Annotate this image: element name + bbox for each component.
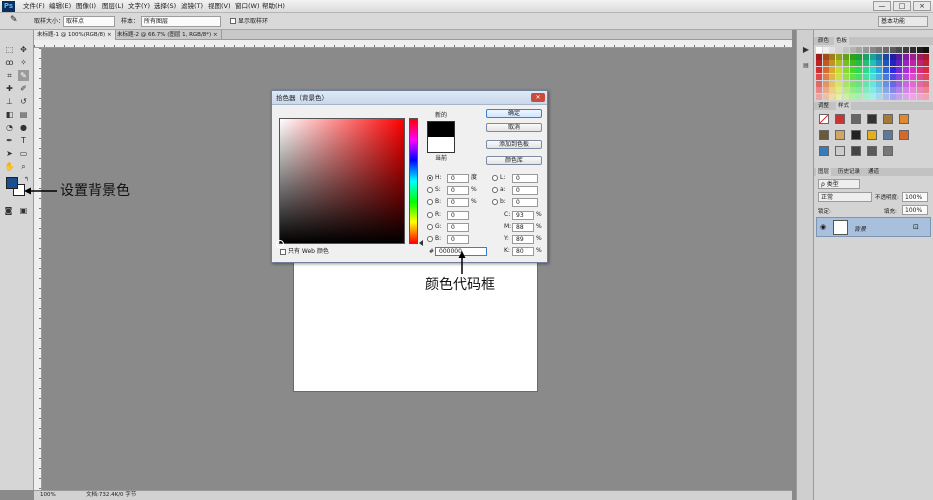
background-arrow-head — [24, 187, 31, 195]
annotation-arrows — [24, 187, 466, 274]
hex-arrow-head — [458, 251, 466, 258]
annotation-background-color: 设置背景色 — [60, 183, 130, 199]
annotation-hex-field: 颜色代码框 — [425, 277, 495, 293]
foreground-color-swatch[interactable] — [6, 177, 18, 189]
